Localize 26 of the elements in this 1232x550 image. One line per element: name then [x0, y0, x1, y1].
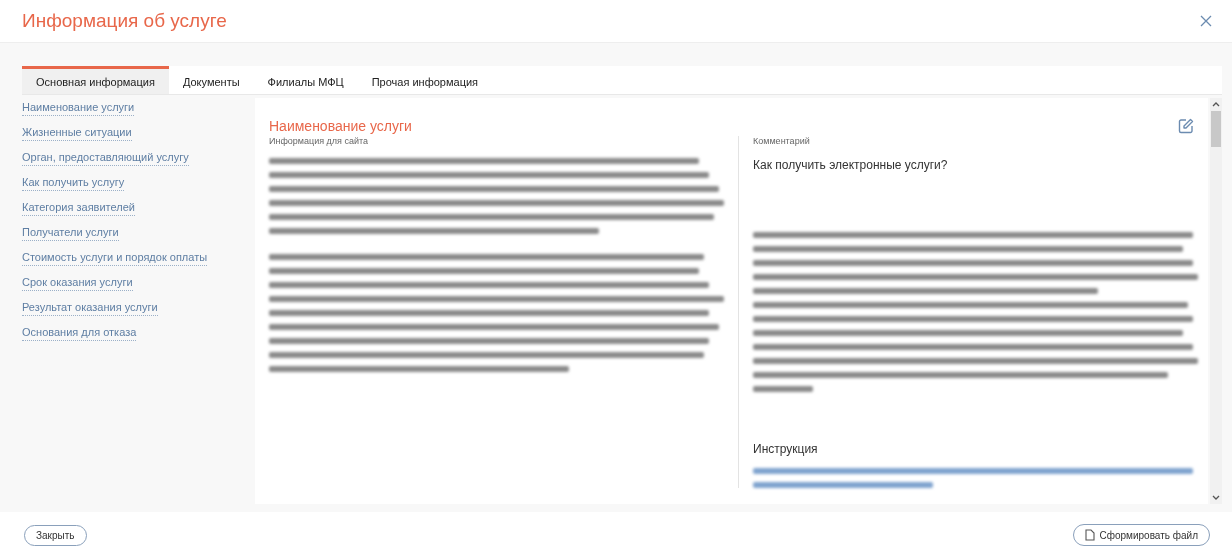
sidebar-link[interactable]: Срок оказания услуги	[22, 275, 133, 291]
sidebar-link[interactable]: Результат оказания услуги	[22, 300, 158, 316]
generate-file-button[interactable]: Сформировать файл	[1072, 524, 1210, 546]
column-label: Комментарий	[753, 136, 811, 146]
edit-icon[interactable]	[1178, 118, 1194, 134]
close-icon[interactable]	[1198, 13, 1214, 29]
column-label: Информация для сайта	[269, 136, 370, 146]
file-icon	[1084, 529, 1095, 541]
sidebar-link[interactable]: Основания для отказа	[22, 325, 137, 341]
sidebar-link[interactable]: Жизненные ситуации	[22, 125, 132, 141]
chevron-up-icon[interactable]	[1212, 101, 1220, 107]
scrollbar[interactable]	[1210, 98, 1222, 504]
sidebar-link[interactable]: Наименование услуги	[22, 100, 135, 116]
sidebar-link[interactable]: Орган, предоставляющий услугу	[22, 150, 189, 166]
scrollbar-thumb[interactable]	[1211, 111, 1221, 147]
sidebar-link[interactable]: Стоимость услуги и порядок оплаты	[22, 250, 208, 266]
close-button[interactable]: Закрыть	[24, 524, 87, 546]
window-title: Информация об услуге	[22, 10, 227, 32]
chevron-down-icon[interactable]	[1212, 495, 1220, 501]
sidebar-link[interactable]: Категория заявителей	[22, 200, 135, 216]
tab[interactable]: Основная информация	[22, 66, 169, 94]
sidebar-link[interactable]: Как получить услугу	[22, 175, 125, 191]
section-title: Наименование услуги	[269, 118, 412, 134]
sidebar-link[interactable]: Получатели услуги	[22, 225, 119, 241]
comment-heading: Как получить электронные услуги?	[753, 158, 949, 172]
instruction-heading: Инструкция	[753, 442, 819, 456]
